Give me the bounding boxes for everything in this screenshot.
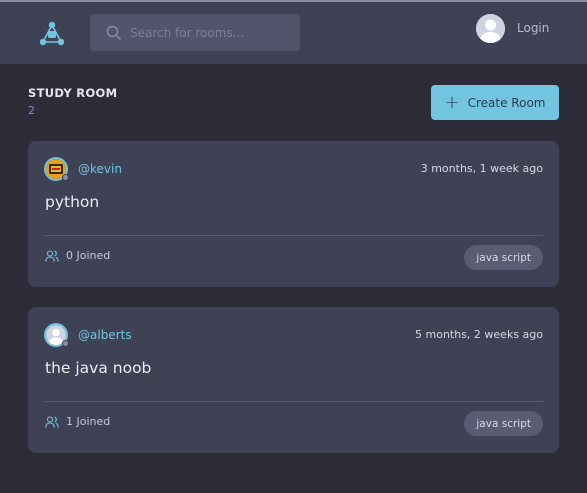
host-username[interactable]: @kevin <box>78 162 122 176</box>
host-avatar[interactable] <box>44 323 69 347</box>
joined-count: 1 Joined <box>66 415 111 428</box>
room-timestamp: 3 months, 1 week ago <box>420 162 543 175</box>
room-host[interactable]: @kevin <box>44 157 122 181</box>
logo-icon[interactable] <box>38 20 66 48</box>
host-username[interactable]: @alberts <box>78 328 132 342</box>
card-divider <box>44 401 543 402</box>
room-card[interactable]: @alberts 5 months, 2 weeks ago the java … <box>28 307 559 453</box>
topic-badge[interactable]: java script <box>464 245 543 270</box>
search-icon <box>106 25 122 40</box>
room-participants: 0 Joined <box>45 249 110 262</box>
room-card[interactable]: @kevin 3 months, 1 week ago python 0 Joi… <box>28 141 559 287</box>
create-room-label: Create Room <box>467 95 546 110</box>
room-title[interactable]: the java noob <box>45 359 151 377</box>
users-icon <box>45 415 59 428</box>
login-link[interactable]: Login <box>517 21 549 35</box>
status-dot <box>62 340 69 347</box>
room-host[interactable]: @alberts <box>44 323 132 347</box>
user-avatar[interactable] <box>476 14 505 43</box>
search-bar[interactable] <box>90 14 300 51</box>
plus-icon: + <box>444 91 460 113</box>
topic-badge[interactable]: java script <box>464 411 543 436</box>
search-input[interactable] <box>130 25 290 40</box>
top-navbar: Login <box>0 2 587 64</box>
users-icon <box>45 249 59 262</box>
host-avatar[interactable] <box>44 157 69 181</box>
page-title: STUDY ROOM <box>28 86 118 100</box>
room-title[interactable]: python <box>45 193 99 211</box>
create-room-button[interactable]: + Create Room <box>431 85 559 120</box>
status-dot <box>62 174 69 181</box>
user-silhouette-icon <box>476 14 505 43</box>
room-participants: 1 Joined <box>45 415 110 428</box>
room-count: 2 <box>28 104 35 117</box>
room-timestamp: 5 months, 2 weeks ago <box>415 328 543 341</box>
joined-count: 0 Joined <box>66 249 111 262</box>
card-divider <box>44 235 543 236</box>
